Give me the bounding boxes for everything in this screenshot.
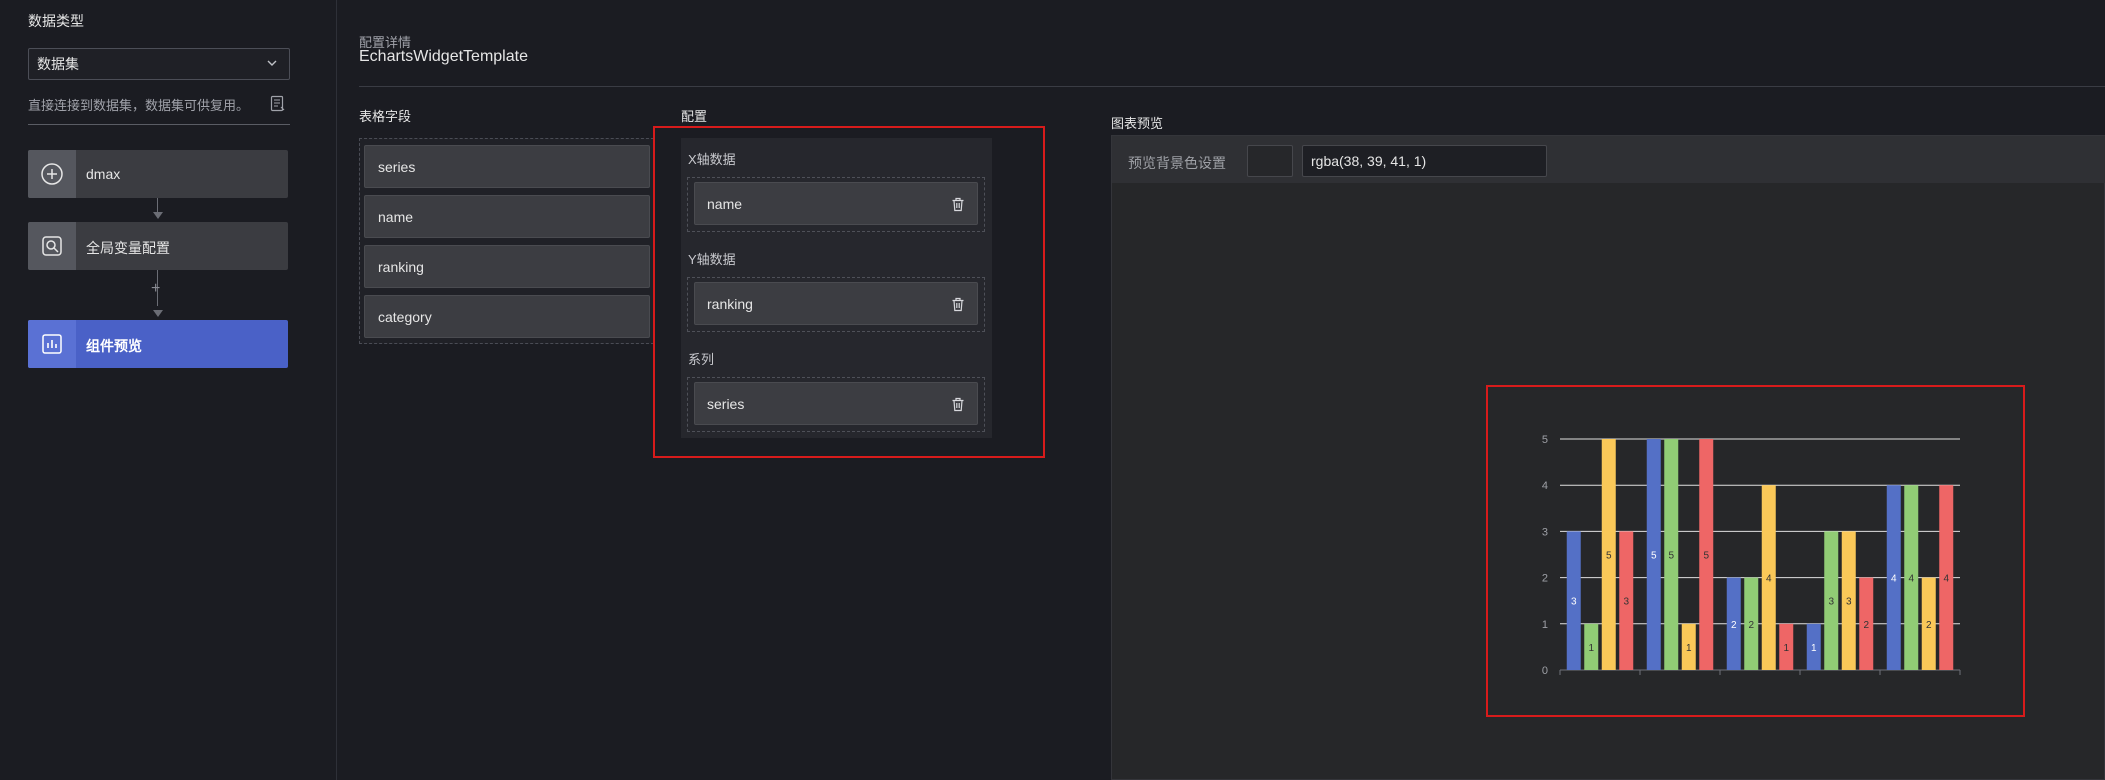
y-tick-label: 1 (1542, 619, 1548, 631)
flow-node-label: 全局变量配置 (86, 240, 170, 256)
field-item-series[interactable]: series (364, 145, 650, 188)
x-axis-field-label: name (707, 196, 743, 212)
bar-data-label: 5 (1651, 551, 1657, 562)
x-axis-field[interactable]: name (694, 182, 978, 225)
y-tick-label: 0 (1542, 665, 1548, 677)
document-icon[interactable] (270, 95, 286, 112)
flow-node-label: dmax (86, 166, 121, 182)
bg-color-swatch[interactable] (1247, 145, 1293, 177)
data-type-description: 直接连接到数据集，数据集可供复用。 (28, 98, 250, 113)
data-type-select[interactable]: 数据集 (28, 48, 290, 80)
bar-data-label: 1 (1811, 643, 1817, 654)
add-node-button[interactable]: + (151, 281, 160, 297)
y-axis-label: Y轴数据 (688, 252, 736, 267)
series-field[interactable]: series (694, 382, 978, 425)
preview-bg-label: 预览背景色设置 (1128, 155, 1226, 171)
config-label: 配置 (681, 109, 708, 124)
y-tick-label: 5 (1542, 434, 1548, 446)
trash-icon[interactable] (951, 197, 965, 212)
y-axis-field[interactable]: ranking (694, 282, 978, 325)
y-tick-label: 3 (1542, 526, 1548, 538)
page-title: EchartsWidgetTemplate (359, 48, 528, 65)
flow-connector (157, 198, 158, 212)
bar-data-label: 5 (1606, 551, 1612, 562)
chart-preview-icon (28, 320, 76, 368)
bg-color-input[interactable]: rgba(38, 39, 41, 1) (1302, 145, 1547, 177)
data-type-title: 数据类型 (28, 13, 84, 29)
bar-data-label: 3 (1846, 597, 1852, 608)
variable-search-icon (28, 222, 76, 270)
field-item-category[interactable]: category (364, 295, 650, 338)
bar-data-label: 4 (1891, 574, 1897, 585)
arrow-down-icon (153, 212, 163, 219)
bar-data-label: 5 (1668, 551, 1674, 562)
data-type-select-value: 数据集 (37, 56, 79, 72)
bar-data-label: 3 (1623, 597, 1629, 608)
bar-data-label: 2 (1863, 620, 1869, 631)
flow-node-label: 组件预览 (86, 338, 142, 354)
y-tick-label: 4 (1542, 480, 1548, 492)
arrow-down-icon (153, 310, 163, 317)
bar-data-label: 2 (1926, 620, 1932, 631)
y-axis-ticks: 0 1 2 3 4 5 (1542, 434, 1548, 677)
bar-data-label: 1 (1686, 643, 1692, 654)
table-fields-label: 表格字段 (359, 109, 412, 124)
flow-node-global-variables[interactable]: 全局变量配置 (28, 222, 288, 270)
header-divider (359, 86, 2105, 87)
chevron-down-icon (267, 60, 277, 66)
plus-circle-icon (28, 150, 76, 198)
bar-data-label: 5 (1703, 551, 1709, 562)
chart-preview-label: 图表预览 (1111, 116, 1164, 131)
bar-data-label: 4 (1908, 574, 1914, 585)
flow-node-dmax[interactable]: dmax (28, 150, 288, 198)
trash-icon[interactable] (951, 397, 965, 412)
x-axis-label: X轴数据 (688, 152, 736, 167)
bar-chart: 0 1 2 3 4 5 3 5 2 1 4 1 5 2 3 4 5 1 4 3 2 3 5 1 2 4 (1542, 434, 1961, 677)
series-label: 系列 (688, 352, 715, 367)
bar-data-label: 1 (1783, 643, 1789, 654)
sidebar-divider (28, 124, 290, 125)
bar-data-label: 2 (1748, 620, 1754, 631)
bar-data-label: 4 (1943, 574, 1949, 585)
bar-data-label: 4 (1766, 574, 1772, 585)
series-field-label: series (707, 396, 745, 412)
trash-icon[interactable] (951, 297, 965, 312)
flow-node-component-preview[interactable]: 组件预览 (28, 320, 288, 368)
field-item-ranking[interactable]: ranking (364, 245, 650, 288)
y-tick-label: 2 (1542, 573, 1548, 585)
sidebar: 数据类型 数据集 直接连接到数据集，数据集可供复用。 dmax 全局变量配置 +… (0, 0, 337, 780)
y-axis-field-label: ranking (707, 296, 753, 312)
bar-data-label: 3 (1571, 597, 1577, 608)
bar-data-label: 3 (1828, 597, 1834, 608)
chart-bars (1566, 439, 1954, 670)
bar-data-label: 1 (1588, 643, 1594, 654)
bar-data-label: 2 (1731, 620, 1737, 631)
field-item-name[interactable]: name (364, 195, 650, 238)
